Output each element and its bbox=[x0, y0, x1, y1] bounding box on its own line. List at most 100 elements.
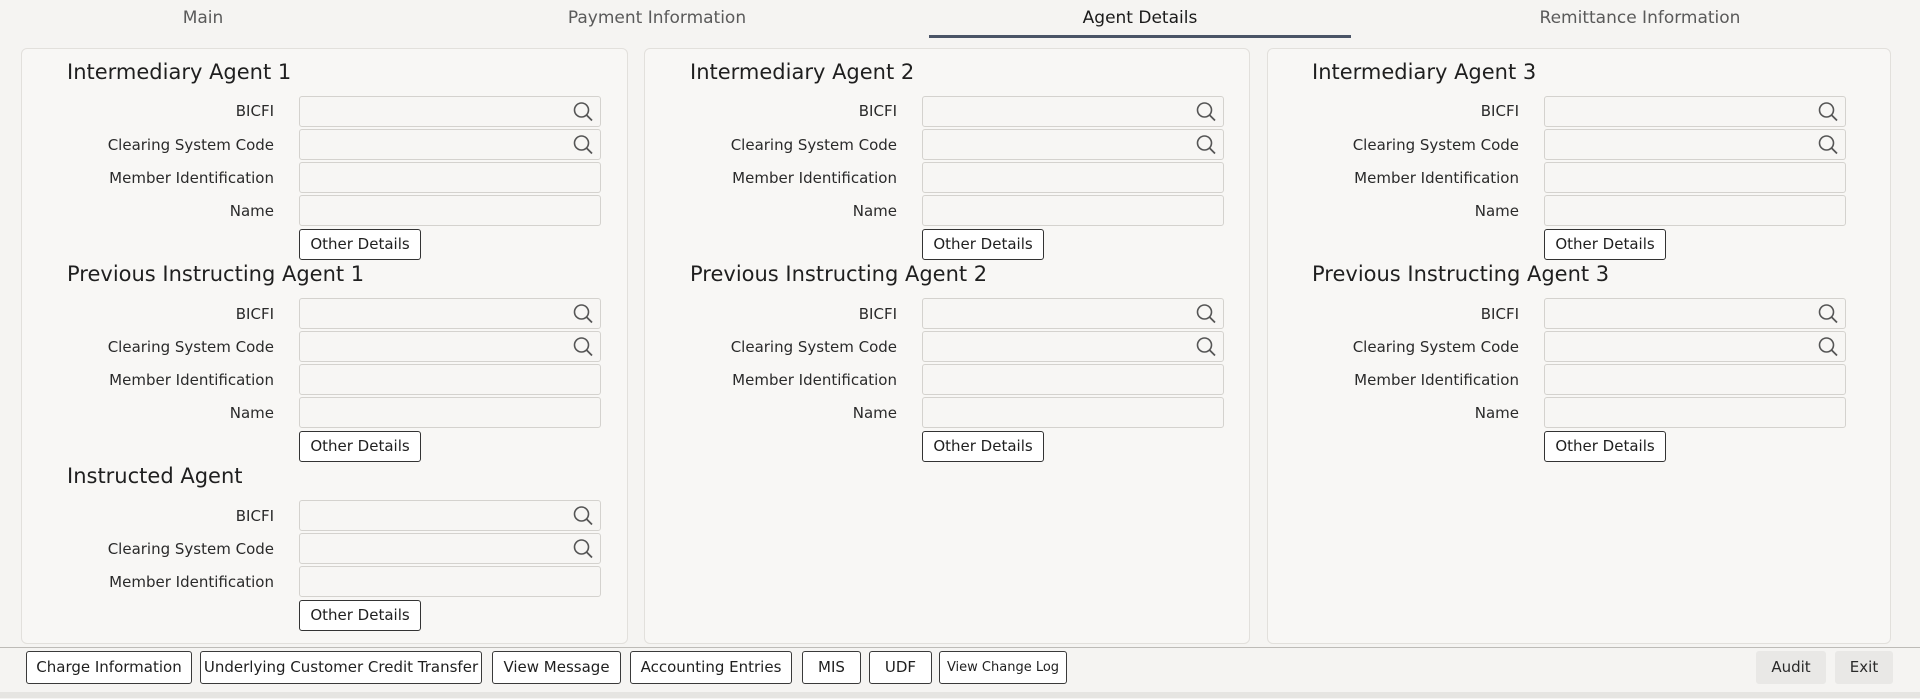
label-member-identification: Member Identification bbox=[732, 371, 897, 389]
bicfi-field[interactable] bbox=[299, 96, 601, 127]
member-identification-input[interactable] bbox=[1545, 163, 1845, 192]
other-details-button[interactable]: Other Details bbox=[299, 600, 421, 631]
clearing-system-code-field[interactable] bbox=[1544, 331, 1846, 362]
name-field[interactable] bbox=[299, 397, 601, 428]
clearing-system-code-input[interactable] bbox=[300, 332, 600, 361]
other-details-button[interactable]: Other Details bbox=[1544, 229, 1666, 260]
exit-button[interactable]: Exit bbox=[1835, 651, 1893, 684]
udf-button[interactable]: UDF bbox=[869, 651, 932, 684]
label-bicfi: BICFI bbox=[858, 102, 897, 120]
name-field[interactable] bbox=[299, 195, 601, 226]
bicfi-field[interactable] bbox=[922, 298, 1224, 329]
label-member-identification: Member Identification bbox=[109, 371, 274, 389]
tab-payment-information[interactable]: Payment Information bbox=[450, 0, 864, 36]
label-member-identification: Member Identification bbox=[109, 169, 274, 187]
member-identification-input[interactable] bbox=[300, 365, 600, 394]
audit-button[interactable]: Audit bbox=[1756, 651, 1826, 684]
label-clearing-system-code: Clearing System Code bbox=[730, 136, 897, 154]
underlying-customer-credit-transfer-button[interactable]: Underlying Customer Credit Transfer bbox=[200, 651, 482, 684]
name-field[interactable] bbox=[922, 195, 1224, 226]
bicfi-field[interactable] bbox=[299, 500, 601, 531]
member-identification-input[interactable] bbox=[1545, 365, 1845, 394]
search-icon[interactable] bbox=[572, 538, 596, 560]
other-details-button[interactable]: Other Details bbox=[922, 431, 1044, 462]
clearing-system-code-input[interactable] bbox=[1545, 332, 1845, 361]
bicfi-field[interactable] bbox=[1544, 96, 1846, 127]
search-icon[interactable] bbox=[572, 336, 596, 358]
search-icon[interactable] bbox=[572, 134, 596, 156]
search-icon[interactable] bbox=[1817, 101, 1841, 123]
label-bicfi: BICFI bbox=[1480, 305, 1519, 323]
clearing-system-code-field[interactable] bbox=[299, 533, 601, 564]
other-details-button[interactable]: Other Details bbox=[299, 229, 421, 260]
section-title-intermediary-agent-3: Intermediary Agent 3 bbox=[1312, 60, 1537, 84]
name-input[interactable] bbox=[1545, 398, 1845, 427]
member-identification-field[interactable] bbox=[1544, 162, 1846, 193]
clearing-system-code-field[interactable] bbox=[299, 129, 601, 160]
member-identification-input[interactable] bbox=[300, 567, 600, 596]
accounting-entries-button[interactable]: Accounting Entries bbox=[630, 651, 792, 684]
bicfi-input[interactable] bbox=[300, 97, 600, 126]
name-input[interactable] bbox=[923, 398, 1223, 427]
member-identification-input[interactable] bbox=[300, 163, 600, 192]
search-icon[interactable] bbox=[1817, 303, 1841, 325]
clearing-system-code-input[interactable] bbox=[300, 534, 600, 563]
bicfi-input[interactable] bbox=[1545, 299, 1845, 328]
search-icon[interactable] bbox=[572, 303, 596, 325]
clearing-system-code-field[interactable] bbox=[922, 129, 1224, 160]
bicfi-field[interactable] bbox=[299, 298, 601, 329]
member-identification-field[interactable] bbox=[299, 566, 601, 597]
search-icon[interactable] bbox=[572, 505, 596, 527]
name-field[interactable] bbox=[922, 397, 1224, 428]
charge-information-button[interactable]: Charge Information bbox=[26, 651, 192, 684]
view-message-button[interactable]: View Message bbox=[492, 651, 621, 684]
tab-remittance-information[interactable]: Remittance Information bbox=[1430, 0, 1850, 36]
tab-main[interactable]: Main bbox=[80, 0, 326, 36]
bicfi-field[interactable] bbox=[922, 96, 1224, 127]
search-icon[interactable] bbox=[1195, 336, 1219, 358]
member-identification-field[interactable] bbox=[1544, 364, 1846, 395]
clearing-system-code-input[interactable] bbox=[923, 130, 1223, 159]
bicfi-field[interactable] bbox=[1544, 298, 1846, 329]
tab-agent-details[interactable]: Agent Details bbox=[929, 0, 1351, 38]
clearing-system-code-field[interactable] bbox=[299, 331, 601, 362]
clearing-system-code-input[interactable] bbox=[300, 130, 600, 159]
other-details-button[interactable]: Other Details bbox=[1544, 431, 1666, 462]
label-bicfi: BICFI bbox=[858, 305, 897, 323]
mis-button[interactable]: MIS bbox=[802, 651, 861, 684]
section-title-previous-instructing-agent-1: Previous Instructing Agent 1 bbox=[67, 262, 365, 286]
name-input[interactable] bbox=[300, 196, 600, 225]
bicfi-input[interactable] bbox=[300, 501, 600, 530]
other-details-button[interactable]: Other Details bbox=[299, 431, 421, 462]
label-name: Name bbox=[229, 202, 274, 220]
label-name: Name bbox=[1474, 202, 1519, 220]
member-identification-input[interactable] bbox=[923, 365, 1223, 394]
member-identification-field[interactable] bbox=[299, 162, 601, 193]
name-field[interactable] bbox=[1544, 195, 1846, 226]
clearing-system-code-field[interactable] bbox=[1544, 129, 1846, 160]
member-identification-field[interactable] bbox=[299, 364, 601, 395]
search-icon[interactable] bbox=[1195, 303, 1219, 325]
bicfi-input[interactable] bbox=[1545, 97, 1845, 126]
search-icon[interactable] bbox=[1195, 134, 1219, 156]
clearing-system-code-input[interactable] bbox=[923, 332, 1223, 361]
label-name: Name bbox=[852, 202, 897, 220]
bicfi-input[interactable] bbox=[923, 299, 1223, 328]
search-icon[interactable] bbox=[1817, 134, 1841, 156]
other-details-button[interactable]: Other Details bbox=[922, 229, 1044, 260]
clearing-system-code-input[interactable] bbox=[1545, 130, 1845, 159]
name-input[interactable] bbox=[300, 398, 600, 427]
member-identification-field[interactable] bbox=[922, 364, 1224, 395]
view-change-log-button[interactable]: View Change Log bbox=[939, 651, 1067, 684]
member-identification-field[interactable] bbox=[922, 162, 1224, 193]
search-icon[interactable] bbox=[1817, 336, 1841, 358]
search-icon[interactable] bbox=[1195, 101, 1219, 123]
name-field[interactable] bbox=[1544, 397, 1846, 428]
name-input[interactable] bbox=[923, 196, 1223, 225]
member-identification-input[interactable] bbox=[923, 163, 1223, 192]
clearing-system-code-field[interactable] bbox=[922, 331, 1224, 362]
bicfi-input[interactable] bbox=[300, 299, 600, 328]
bicfi-input[interactable] bbox=[923, 97, 1223, 126]
search-icon[interactable] bbox=[572, 101, 596, 123]
name-input[interactable] bbox=[1545, 196, 1845, 225]
